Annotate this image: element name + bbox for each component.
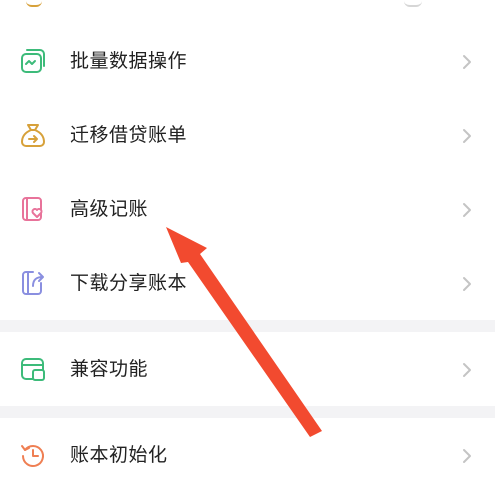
chevron-right-icon <box>463 129 471 143</box>
chevron-right-icon <box>463 363 471 377</box>
top-partial-row <box>0 0 495 18</box>
partial-icon <box>26 0 42 7</box>
menu-item-book-reset[interactable]: 账本初始化 <box>0 418 495 492</box>
section-gap <box>0 406 495 418</box>
chevron-right-icon <box>463 203 471 217</box>
menu-item-compatible-features[interactable]: 兼容功能 <box>0 332 495 406</box>
menu-item-label: 兼容功能 <box>70 358 149 380</box>
menu-item-label: 下载分享账本 <box>70 272 188 294</box>
batch-data-icon <box>21 49 45 73</box>
chevron-right-icon <box>463 55 471 69</box>
menu-item-label: 高级记账 <box>70 198 149 220</box>
advanced-book-icon <box>22 197 43 221</box>
reset-clock-icon <box>21 445 44 467</box>
chevron-right-icon <box>463 449 471 463</box>
menu-item-label: 迁移借贷账单 <box>70 124 188 146</box>
compatible-window-icon <box>21 358 45 381</box>
menu-item-batch-data[interactable]: 批量数据操作 <box>0 24 495 98</box>
money-bag-icon <box>21 124 45 147</box>
menu-item-label: 账本初始化 <box>70 444 168 466</box>
menu-item-migrate-loan[interactable]: 迁移借贷账单 <box>0 98 495 172</box>
menu-item-advanced-bookkeeping[interactable]: 高级记账 <box>0 172 495 246</box>
share-export-icon <box>22 271 44 295</box>
menu-item-download-share[interactable]: 下载分享账本 <box>0 246 495 320</box>
menu-item-label: 批量数据操作 <box>70 50 188 72</box>
section-gap <box>0 320 495 332</box>
chevron-right-icon <box>463 277 471 291</box>
partial-chevron <box>404 0 422 7</box>
